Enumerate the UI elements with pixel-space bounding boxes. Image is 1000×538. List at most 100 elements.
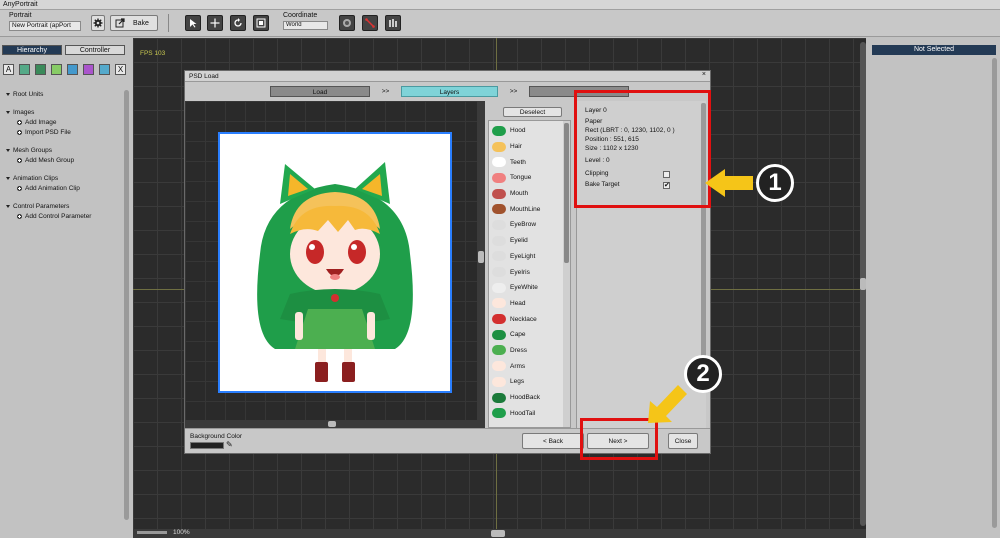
right-panel: Not Selected [868, 38, 1000, 538]
add-control-parameter-item[interactable]: Add Control Parameter [6, 213, 124, 221]
layer-row[interactable]: Legs [492, 374, 562, 390]
deselect-button[interactable]: Deselect [503, 107, 562, 117]
animation-filter-icon[interactable] [67, 64, 78, 75]
cursor-icon [188, 18, 198, 28]
preview-h-scroll-thumb[interactable] [328, 421, 336, 427]
select-tool-button[interactable] [185, 15, 201, 31]
mesh-filter-icon[interactable] [35, 64, 46, 75]
plus-circle-icon [17, 157, 22, 163]
preview-v-scroll-thumb[interactable] [478, 251, 484, 263]
layer-list-scrollbar[interactable] [563, 121, 570, 427]
back-button[interactable]: < Back [522, 433, 584, 449]
layer-list: Hood Hair Teeth Tongue Mouth MouthLine EyeBrow… [488, 120, 571, 428]
tree-group-mesh-groups[interactable]: Mesh Groups [6, 147, 124, 155]
export-icon [115, 18, 125, 28]
canvas-v-scroll-thumb[interactable] [860, 278, 866, 290]
layer-row[interactable]: Arms [492, 358, 562, 374]
tree-group-animation-clips[interactable]: Animation Clips [6, 175, 124, 183]
step-load[interactable]: Load [270, 86, 370, 97]
import-psd-item[interactable]: Import PSD File [6, 129, 124, 137]
image-filter-icon[interactable] [19, 64, 30, 75]
layer-thumbnail [492, 204, 506, 215]
layer-row[interactable]: EyeIris [492, 264, 562, 280]
left-panel-scrollbar[interactable] [124, 90, 129, 520]
tree-group-images[interactable]: Images [6, 109, 124, 117]
layer-thumbnail [492, 251, 506, 262]
layer-row[interactable]: EyeLight [492, 249, 562, 265]
canvas-h-scroll-thumb[interactable] [491, 530, 505, 537]
layer-row[interactable]: Cape [492, 327, 562, 343]
arrow-left-icon [705, 169, 753, 197]
layer-row[interactable]: Hood [492, 123, 562, 139]
group-filter-icon[interactable] [51, 64, 62, 75]
move-tool-button[interactable] [207, 15, 223, 31]
expand-arrow-icon [6, 204, 10, 208]
scale-tool-button[interactable] [253, 15, 269, 31]
onion-skin-button[interactable] [339, 15, 355, 31]
psd-preview-area[interactable] [185, 101, 485, 428]
layer-list-scroll-thumb[interactable] [564, 123, 569, 263]
close-icon[interactable]: × [702, 71, 706, 78]
add-animation-clip-item[interactable]: Add Animation Clip [6, 185, 124, 193]
layer-row[interactable]: EyeBrow [492, 217, 562, 233]
tab-controller[interactable]: Controller [65, 45, 125, 55]
zoom-slider[interactable] [137, 531, 167, 534]
tree-group-control-parameters[interactable]: Control Parameters [6, 203, 124, 211]
layer-preview-frame[interactable] [218, 132, 452, 393]
step-layers[interactable]: Layers [401, 86, 498, 97]
layer-row[interactable]: Teeth [492, 154, 562, 170]
background-color-swatch[interactable] [190, 442, 224, 449]
step-badge-2: 2 [684, 355, 722, 393]
fps-counter: FPS 103 [140, 50, 166, 57]
layer-thumbnail [492, 125, 506, 136]
bone-icon [365, 18, 375, 28]
layer-row[interactable]: Mouth [492, 186, 562, 202]
expand-arrow-icon [6, 148, 10, 152]
text-filter-icon[interactable]: A [3, 64, 14, 75]
physics-button[interactable] [385, 15, 401, 31]
tree-label: Control Parameters [13, 203, 70, 210]
parameter-filter-icon[interactable] [99, 64, 110, 75]
layer-row[interactable]: Eyelid [492, 233, 562, 249]
layer-row[interactable]: Hair [492, 139, 562, 155]
preview-v-scrollbar[interactable] [477, 101, 485, 420]
canvas-h-scrollbar[interactable]: 100% [133, 529, 866, 538]
layer-row[interactable]: HoodTail [492, 405, 562, 421]
layer-row[interactable]: MouthLine [492, 201, 562, 217]
add-mesh-group-item[interactable]: Add Mesh Group [6, 157, 124, 165]
right-panel-scrollbar[interactable] [992, 58, 997, 528]
rotate-tool-button[interactable] [230, 15, 246, 31]
canvas-v-scrollbar[interactable] [860, 42, 866, 526]
tree-group-root-units[interactable]: Root Units [6, 91, 124, 99]
plus-circle-icon [17, 119, 22, 125]
portrait-select[interactable]: New Portrait (apPort [9, 21, 81, 31]
layer-thumbnail [492, 376, 506, 387]
layer-row[interactable]: EyeWhite [492, 280, 562, 296]
layer-row[interactable]: Dress [492, 343, 562, 359]
layer-label: Dress [510, 346, 527, 354]
hierarchy-tree: Root Units Images Add Image Import PSD F… [6, 91, 124, 221]
layer-label: Cape [510, 331, 526, 339]
layer-row[interactable]: Tongue [492, 170, 562, 186]
add-image-item[interactable]: Add Image [6, 119, 124, 127]
tab-hierarchy[interactable]: Hierarchy [2, 45, 62, 55]
layer-row[interactable]: Head [492, 296, 562, 312]
circle-icon [342, 18, 352, 28]
bake-label: Bake [133, 19, 149, 27]
step-badge-1: 1 [756, 164, 794, 202]
scale-icon [256, 18, 266, 28]
bone-button[interactable] [362, 15, 378, 31]
toolbar-divider [168, 14, 169, 32]
settings-button[interactable] [91, 15, 105, 31]
coordinate-select[interactable]: World [283, 21, 328, 30]
preview-h-scrollbar[interactable] [185, 420, 485, 428]
bone-filter-icon[interactable] [83, 64, 94, 75]
clear-filter-icon[interactable]: X [115, 64, 126, 75]
layer-row[interactable]: Necklace [492, 311, 562, 327]
app-title: AnyPortrait [3, 1, 38, 8]
eyedropper-icon[interactable]: ✎ [226, 440, 233, 449]
bake-button[interactable]: Bake [110, 15, 158, 31]
close-button[interactable]: Close [668, 433, 698, 449]
layer-row[interactable]: HoodBack [492, 390, 562, 406]
gear-icon [93, 18, 103, 28]
